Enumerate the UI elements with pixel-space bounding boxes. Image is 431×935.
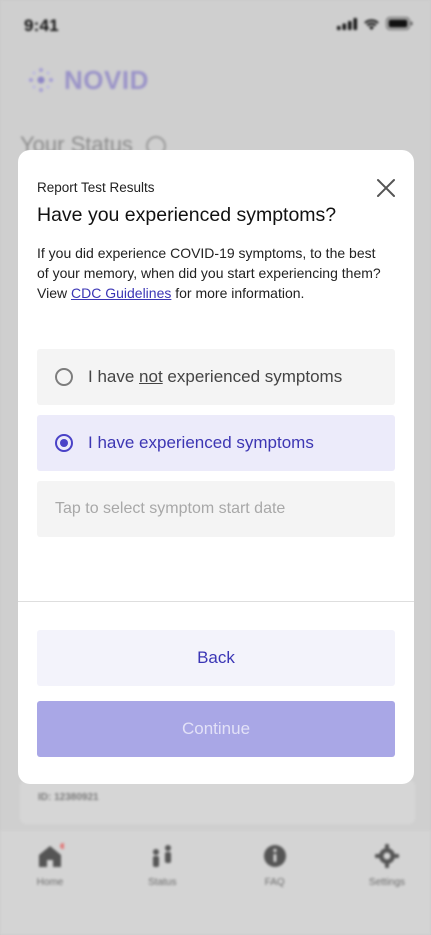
info-icon [263,843,287,869]
system-icons [337,17,413,35]
report-test-results-dialog: Report Test Results Have you experienced… [18,150,414,784]
option-not-prefix: I have [88,367,140,386]
tab-settings-label: Settings [368,877,406,888]
continue-button[interactable]: Continue [37,701,395,757]
gear-icon [374,843,400,869]
tab-settings[interactable]: Settings [357,843,417,935]
radio-selected[interactable] [55,434,73,452]
brand-name: NOVID [64,64,149,95]
status-time: 9:41 [24,16,59,35]
battery-icon [386,17,413,35]
radio-unselected[interactable] [55,368,73,386]
description-text-end: for more information. [171,285,305,301]
people-icon [149,843,175,869]
option-not-suffix: experienced symptoms [162,367,343,386]
tab-status-label: Status [148,877,177,888]
option-experienced-label: I have experienced symptoms [88,433,314,452]
user-id: ID: 12380921 [38,792,99,803]
brand-header: NOVID [24,58,149,102]
tab-home[interactable]: Home [20,843,80,935]
home-icon [36,843,64,869]
symptom-start-date-field[interactable]: Tap to select symptom start date [37,481,395,537]
dialog-title: Have you experienced symptoms? [37,204,337,226]
option-not-experienced-label: I have not experienced symptoms [88,367,342,387]
tab-faq[interactable]: FAQ [245,843,305,935]
dialog-eyebrow: Report Test Results [37,180,155,195]
tab-bar: Home Status FAQ Settings [0,831,431,935]
divider [18,601,414,602]
cdc-guidelines-link[interactable]: CDC Guidelines [71,285,171,301]
cellular-signal-icon [337,17,357,35]
option-not-emphasis: not [139,367,163,386]
tab-faq-label: FAQ [264,877,285,888]
back-button[interactable]: Back [37,630,395,686]
close-icon[interactable] [374,176,398,200]
tab-status[interactable]: Status [132,843,192,935]
novid-logo-icon [24,63,58,97]
option-not-experienced[interactable]: I have not experienced symptoms [37,349,395,405]
option-experienced[interactable]: I have experienced symptoms [37,415,395,471]
wifi-icon [363,17,380,35]
status-card: ID: 12380921 [20,780,415,824]
status-bar: 9:41 [0,0,431,52]
tab-home-label: Home [36,877,64,888]
dialog-description: If you did experience COVID-19 symptoms,… [37,243,389,303]
